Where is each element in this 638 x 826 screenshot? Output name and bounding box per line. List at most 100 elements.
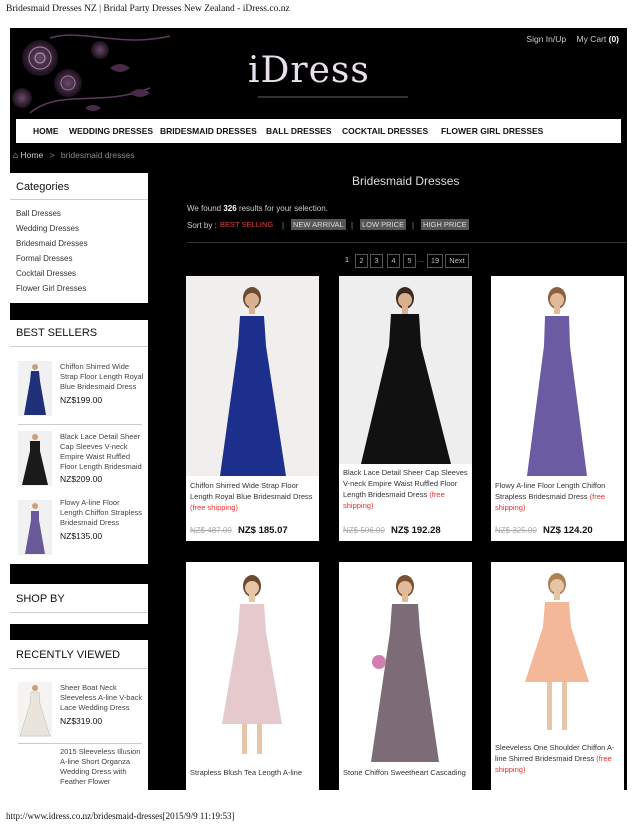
best-seller-title[interactable]: Black Lace Detail Sheer Cap Sleeves V-ne… [60, 432, 144, 472]
sort-separator: | [282, 221, 285, 230]
product-name[interactable]: Chiffon Shirred Wide Strap Floor Length … [190, 480, 316, 513]
page-title: Bridesmaid Dresses [352, 174, 460, 188]
product-card[interactable]: Strapless Blush Tea Length A-line [186, 562, 319, 790]
product-image[interactable] [491, 276, 624, 476]
page-2[interactable]: 2 [355, 254, 368, 268]
page-19[interactable]: 19 [427, 254, 443, 268]
divider [18, 743, 142, 744]
product-name[interactable]: Strapless Blush Tea Length A-line [190, 767, 316, 778]
main-divider [187, 242, 627, 243]
product-card[interactable]: Flowy A-line Floor Length Chiffon Strapl… [491, 276, 624, 541]
category-cocktail-dresses[interactable]: Cocktail Dresses [16, 269, 76, 278]
logo-underline [258, 96, 408, 98]
results-label-pre: We found [187, 204, 222, 213]
dress-image [19, 685, 51, 737]
category-formal-dresses[interactable]: Formal Dresses [16, 254, 72, 263]
results-number: 326 [223, 204, 237, 213]
sort-new-arrival[interactable]: NEW ARRIVAL [291, 219, 346, 230]
category-flower-girl-dresses[interactable]: Flower Girl Dresses [16, 284, 86, 293]
old-price: NZ$ 487.00 [190, 526, 232, 535]
best-seller-title[interactable]: Chiffon Shirred Wide Strap Floor Length … [60, 362, 144, 392]
product-name[interactable]: Flowy A-line Floor Length Chiffon Strapl… [495, 480, 621, 513]
dress-image [22, 434, 48, 485]
nav-bridesmaid-dresses[interactable]: BRIDESMAID DRESSES [160, 126, 257, 136]
site: iDress Sign In/Up My Cart (0) HOME WEDDI… [10, 28, 627, 790]
sign-in-link[interactable]: Sign In/Up [526, 34, 566, 44]
categories-panel: Categories Ball Dresses Wedding Dresses … [10, 173, 148, 303]
sort-best-selling[interactable]: BEST SELLING [218, 219, 275, 230]
divider [10, 668, 148, 669]
divider [10, 346, 148, 347]
page-next[interactable]: Next [445, 254, 469, 268]
current-price: NZ$ 124.20 [543, 525, 593, 536]
free-shipping-label: (free shipping) [190, 503, 238, 512]
category-bridesmaid-dresses[interactable]: Bridesmaid Dresses [16, 239, 88, 248]
nav-cocktail-dresses[interactable]: COCKTAIL DRESSES [342, 126, 428, 136]
best-seller-thumb[interactable] [18, 361, 52, 416]
best-sellers-panel: BEST SELLERS Chiffon Shirred Wide Strap … [10, 320, 148, 564]
product-title: Strapless Blush Tea Length A-line [190, 768, 303, 777]
nav-home[interactable]: HOME [33, 126, 59, 136]
page-5[interactable]: 5 [403, 254, 416, 268]
product-image[interactable] [186, 562, 319, 762]
category-ball-dresses[interactable]: Ball Dresses [16, 209, 61, 218]
sort-high-price[interactable]: HIGH PRICE [421, 219, 469, 230]
page-4[interactable]: 4 [387, 254, 400, 268]
product-title: Black Lace Detail Sheer Cap Sleeves V-ne… [343, 468, 468, 499]
categories-title: Categories [16, 181, 70, 193]
page-3[interactable]: 3 [370, 254, 383, 268]
best-seller-price: NZ$199.00 [60, 395, 103, 405]
product-title: Stone Chiffon Sweetheart Cascading [343, 768, 466, 777]
recently-viewed-title: RECENTLY VIEWED [16, 649, 121, 661]
product-image[interactable] [339, 276, 472, 464]
breadcrumb-separator: > [49, 150, 55, 160]
sort-separator: | [412, 221, 415, 230]
nav-flower-girl-dresses[interactable]: FLOWER GIRL DRESSES [441, 126, 543, 136]
recent-thumb[interactable] [18, 682, 52, 737]
best-seller-thumb[interactable] [18, 500, 52, 555]
product-name[interactable]: Sleeveless One Shoulder Chiffon A-line S… [495, 742, 621, 775]
product-name[interactable]: Stone Chiffon Sweetheart Cascading [343, 767, 469, 778]
recent-title[interactable]: Sheer Boat Neck Sleeveless A-line V-back… [60, 683, 144, 713]
sort-label: Sort by : [187, 221, 217, 230]
best-sellers-title: BEST SELLERS [16, 327, 98, 339]
best-seller-price: NZ$209.00 [60, 474, 103, 484]
product-name[interactable]: Black Lace Detail Sheer Cap Sleeves V-ne… [343, 467, 469, 511]
product-card[interactable]: Sleeveless One Shoulder Chiffon A-line S… [491, 562, 624, 790]
divider [10, 199, 148, 200]
sort-low-price[interactable]: LOW PRICE [360, 219, 407, 230]
nav-ball-dresses[interactable]: BALL DRESSES [266, 126, 332, 136]
product-image[interactable] [186, 276, 319, 476]
product-image[interactable] [491, 562, 624, 737]
main-nav: HOME WEDDING DRESSES BRIDESMAID DRESSES … [16, 119, 621, 143]
category-wedding-dresses[interactable]: Wedding Dresses [16, 224, 79, 233]
product-card[interactable]: Chiffon Shirred Wide Strap Floor Length … [186, 276, 319, 541]
page-ellipsis: ... [417, 255, 425, 264]
product-title: Chiffon Shirred Wide Strap Floor Length … [190, 481, 313, 501]
browser-page-title: Bridesmaid Dresses NZ | Bridal Party Dre… [6, 4, 290, 14]
recently-viewed-panel: RECENTLY VIEWED Sheer Boat Neck Sleevele… [10, 640, 148, 790]
cart-link[interactable]: My Cart (0) [576, 34, 619, 44]
product-card[interactable]: Stone Chiffon Sweetheart Cascading [339, 562, 472, 790]
site-logo[interactable]: iDress [248, 50, 370, 91]
recent-title[interactable]: 2015 Sleeveless Illusion A-line Short Or… [60, 747, 144, 787]
best-seller-price: NZ$135.00 [60, 531, 103, 541]
best-seller-title[interactable]: Flowy A-line Floor Length Chiffon Strapl… [60, 498, 144, 528]
recent-price: NZ$319.00 [60, 716, 103, 726]
dress-image [24, 364, 46, 415]
account-links: Sign In/Up My Cart (0) [526, 34, 627, 44]
current-price: NZ$ 192.28 [391, 525, 441, 536]
cart-count: (0) [608, 34, 619, 44]
page-1[interactable]: 1 [343, 254, 351, 266]
shop-by-title: SHOP BY [16, 593, 65, 605]
best-seller-thumb[interactable] [18, 431, 52, 486]
current-price: NZ$ 185.07 [238, 525, 288, 536]
header: iDress Sign In/Up My Cart (0) [10, 28, 627, 116]
divider [18, 424, 142, 425]
product-image[interactable] [339, 562, 472, 762]
nav-wedding-dresses[interactable]: WEDDING DRESSES [69, 126, 153, 136]
dress-image [25, 503, 45, 554]
results-count: We found 326 results for your selection. [187, 204, 328, 213]
breadcrumb-home[interactable]: Home [21, 150, 44, 160]
product-card[interactable]: Black Lace Detail Sheer Cap Sleeves V-ne… [339, 276, 472, 541]
